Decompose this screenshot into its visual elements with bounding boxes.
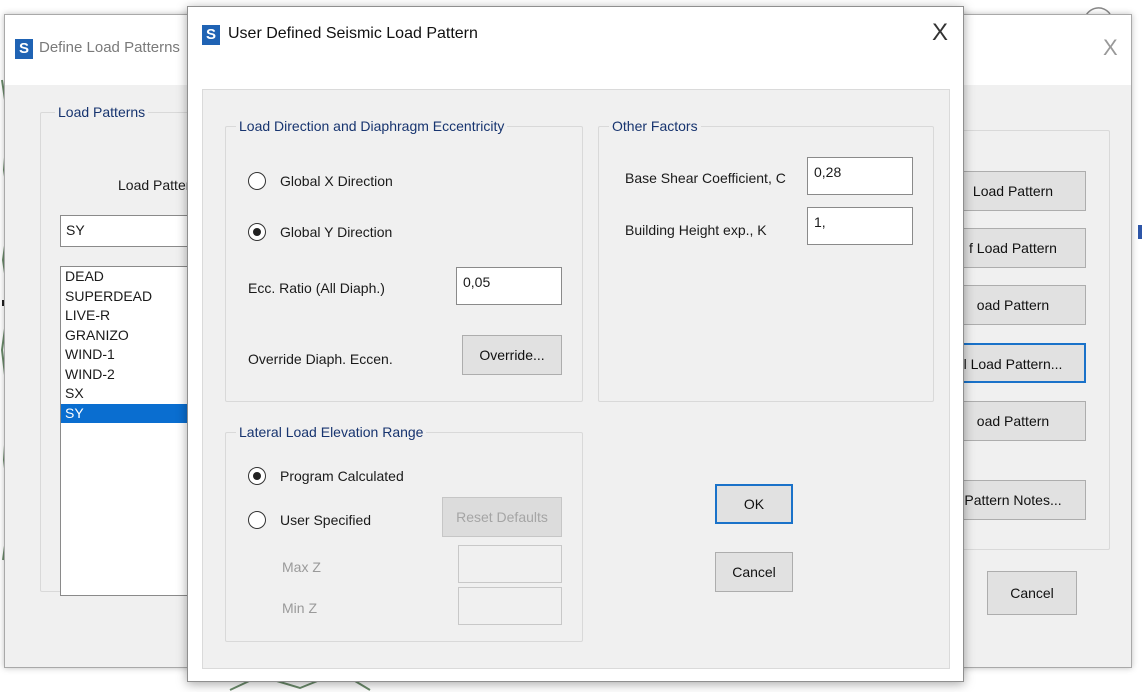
global-x-label: Global X Direction — [280, 173, 393, 189]
reset-defaults-button[interactable]: Reset Defaults — [442, 497, 562, 537]
app-logo-icon: S — [202, 25, 220, 45]
max-z-label: Max Z — [282, 559, 321, 575]
app-logo-icon: S — [15, 39, 33, 59]
back-close-icon[interactable]: X — [1103, 37, 1118, 59]
load-direction-group: Load Direction and Diaphragm Eccentricit… — [225, 118, 583, 402]
back-dialog-title: Define Load Patterns — [39, 39, 180, 56]
load-patterns-group-title: Load Patterns — [55, 104, 149, 120]
ecc-ratio-label: Ecc. Ratio (All Diaph.) — [248, 280, 385, 296]
override-button[interactable]: Override... — [462, 335, 562, 375]
cancel-button[interactable]: Cancel — [715, 552, 793, 592]
other-factors-group: Other Factors Base Shear Coefficient, C … — [598, 118, 934, 402]
max-z-input[interactable] — [458, 545, 562, 583]
canvas-mark — [1138, 225, 1142, 239]
override-diaph-label: Override Diaph. Eccen. — [248, 351, 393, 367]
base-shear-input[interactable]: 0,28 — [807, 157, 913, 195]
user-specified-label: User Specified — [280, 512, 372, 528]
load-direction-group-title: Load Direction and Diaphragm Eccentricit… — [236, 118, 508, 134]
global-x-radio[interactable] — [248, 172, 266, 190]
elevation-range-group-title: Lateral Load Elevation Range — [236, 424, 427, 440]
base-shear-label: Base Shear Coefficient, C — [625, 170, 786, 186]
close-icon[interactable]: X — [932, 21, 948, 45]
global-y-label: Global Y Direction — [280, 224, 393, 240]
height-exp-label: Building Height exp., K — [625, 222, 767, 238]
dialog-title: User Defined Seismic Load Pattern — [228, 25, 478, 42]
program-calculated-radio[interactable] — [248, 467, 266, 485]
back-cancel-button[interactable]: Cancel — [987, 571, 1077, 615]
elevation-range-group: Lateral Load Elevation Range Program Cal… — [225, 424, 583, 642]
other-factors-group-title: Other Factors — [609, 118, 701, 134]
dialog-body: Load Direction and Diaphragm Eccentricit… — [202, 89, 950, 669]
ok-button[interactable]: OK — [715, 484, 793, 524]
min-z-input[interactable] — [458, 587, 562, 625]
ecc-ratio-input[interactable]: 0,05 — [456, 267, 562, 305]
program-calculated-label: Program Calculated — [280, 468, 404, 484]
seismic-load-pattern-dialog: S User Defined Seismic Load Pattern X Lo… — [187, 6, 964, 682]
global-y-radio[interactable] — [248, 223, 266, 241]
min-z-label: Min Z — [282, 600, 317, 616]
height-exp-input[interactable]: 1, — [807, 207, 913, 245]
user-specified-radio[interactable] — [248, 511, 266, 529]
